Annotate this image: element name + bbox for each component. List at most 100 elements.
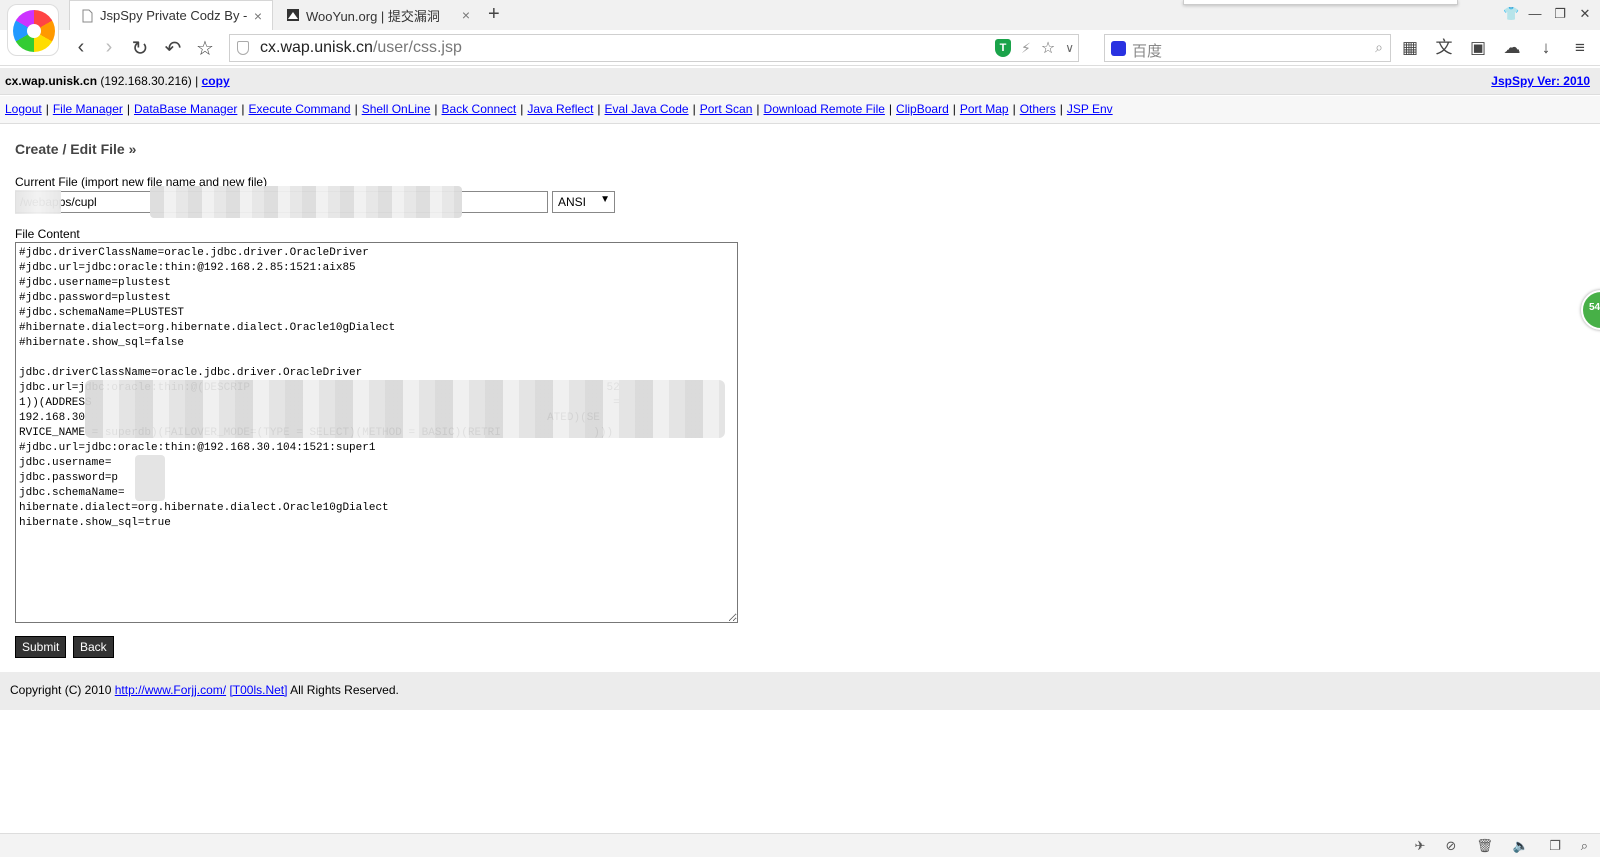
- separator: |: [354, 102, 358, 116]
- restore-icon[interactable]: ❐: [1553, 6, 1567, 22]
- popup-edge: [1183, 0, 1458, 5]
- submit-button[interactable]: Submit: [15, 636, 67, 658]
- url-path: /user/css.jsp: [372, 39, 462, 56]
- separator: |: [756, 102, 760, 116]
- new-tab-button[interactable]: +: [488, 3, 500, 26]
- close-icon[interactable]: ×: [254, 8, 262, 24]
- browser-toolbar: ‹ › ↻ ↶ ☆ cx.wap.unisk.cn/user/css.jsp T…: [0, 30, 1600, 66]
- menu-clipboard[interactable]: ClipBoard: [896, 102, 949, 116]
- screenshot-icon[interactable]: ▣: [1468, 38, 1488, 58]
- host-info-bar: cx.wap.unisk.cn (192.168.30.216) | copy …: [0, 68, 1600, 95]
- encoding-value: ANSI: [558, 195, 587, 209]
- back-button[interactable]: Back: [73, 636, 114, 658]
- menu-port-map[interactable]: Port Map: [960, 102, 1009, 116]
- copyright-text: Copyright (C) 2010: [10, 683, 112, 697]
- wooyun-icon: [287, 9, 299, 21]
- window-controls: 👕 — ❐ ✕: [1503, 6, 1592, 22]
- menu-icon[interactable]: ≡: [1570, 38, 1590, 58]
- chevron-down-icon[interactable]: ∨: [1065, 41, 1074, 55]
- menu-database-manager[interactable]: DataBase Manager: [134, 102, 237, 116]
- separator: |: [434, 102, 438, 116]
- shirt-icon[interactable]: 👕: [1503, 6, 1519, 22]
- status-icons: ✈ ⊘ 🗑 🔈 ❐ ⌕: [1415, 838, 1588, 854]
- separator: |: [692, 102, 696, 116]
- trash-icon[interactable]: 🗑: [1476, 838, 1493, 854]
- redaction-blur: [15, 190, 61, 214]
- speed-icon[interactable]: ⊘: [1445, 838, 1456, 854]
- menu-execute-command[interactable]: Execute Command: [249, 102, 351, 116]
- main-menu: Logout | File Manager | DataBase Manager | Exe…: [0, 96, 1600, 124]
- undo-icon[interactable]: ↶: [162, 36, 184, 61]
- menu-file-manager[interactable]: File Manager: [53, 102, 123, 116]
- bookmark-star-icon[interactable]: ☆: [194, 36, 216, 61]
- tab-jspspy[interactable]: JspSpy Private Codz By - I ×: [69, 0, 273, 30]
- minimize-icon[interactable]: —: [1528, 6, 1542, 22]
- copy-link[interactable]: copy: [202, 74, 230, 88]
- page-title: Create / Edit File »: [15, 141, 137, 157]
- dropdown-arrow-icon: ▼: [600, 194, 610, 205]
- cloud-icon[interactable]: ☁: [1502, 38, 1522, 58]
- separator: |: [195, 74, 199, 88]
- separator: |: [1059, 102, 1063, 116]
- menu-download-remote-file[interactable]: Download Remote File: [764, 102, 885, 116]
- menu-back-connect[interactable]: Back Connect: [442, 102, 517, 116]
- floating-badge[interactable]: 54: [1581, 290, 1600, 330]
- separator: |: [888, 102, 893, 116]
- url-text[interactable]: cx.wap.unisk.cn/user/css.jsp: [260, 39, 462, 57]
- search-box[interactable]: 百度 ⌕: [1104, 34, 1391, 62]
- search-input[interactable]: 百度: [1132, 40, 1162, 61]
- security-icon: [237, 41, 249, 55]
- star-icon[interactable]: ☆: [1041, 38, 1055, 58]
- close-icon[interactable]: ✕: [1578, 6, 1592, 22]
- menu-port-scan[interactable]: Port Scan: [700, 102, 753, 116]
- baidu-icon: [1111, 41, 1126, 56]
- volume-icon[interactable]: 🔈: [1513, 838, 1529, 854]
- toolbar-icons: ▦ 文 ▣ ☁ ↓ ≡: [1400, 38, 1590, 58]
- redaction-blur: [85, 380, 725, 438]
- url-host: cx.wap.unisk.cn: [260, 39, 373, 56]
- separator: |: [597, 102, 601, 116]
- menu-others[interactable]: Others: [1020, 102, 1056, 116]
- close-icon[interactable]: ×: [462, 7, 470, 23]
- shield-icon[interactable]: T: [995, 39, 1012, 57]
- window-icon[interactable]: ❐: [1549, 838, 1561, 854]
- file-content-label: File Content: [15, 227, 80, 241]
- lightning-icon[interactable]: ⚡: [1021, 40, 1031, 57]
- menu-jsp-env[interactable]: JSP Env: [1067, 102, 1113, 116]
- forward-icon[interactable]: ›: [98, 36, 120, 59]
- back-icon[interactable]: ‹: [70, 36, 92, 59]
- separator: |: [126, 102, 130, 116]
- menu-logout[interactable]: Logout: [5, 102, 42, 116]
- menu-eval-java-code[interactable]: Eval Java Code: [605, 102, 689, 116]
- tab-strip: JspSpy Private Codz By - I × WooYun.org …: [0, 0, 1600, 56]
- zoom-icon[interactable]: ⌕: [1581, 838, 1588, 854]
- menu-shell-online[interactable]: Shell OnLine: [362, 102, 431, 116]
- page-icon: [82, 9, 93, 22]
- search-icon[interactable]: ⌕: [1375, 39, 1383, 56]
- encoding-select[interactable]: ANSI ▼: [552, 191, 615, 213]
- tab-title: JspSpy Private Codz By - I: [100, 8, 248, 23]
- address-bar[interactable]: cx.wap.unisk.cn/user/css.jsp T ⚡ ☆ ∨: [229, 34, 1079, 62]
- apps-icon[interactable]: ▦: [1400, 38, 1420, 58]
- reload-icon[interactable]: ↻: [129, 36, 151, 61]
- tab-title: WooYun.org | 提交漏洞: [306, 8, 440, 24]
- forjj-link[interactable]: http://www.Forjj.com/: [115, 683, 226, 697]
- host-name: cx.wap.unisk.cn: [5, 74, 98, 88]
- redaction-blur: [150, 186, 462, 218]
- version-link[interactable]: JspSpy Ver: 2010: [1491, 74, 1590, 88]
- separator: |: [520, 102, 524, 116]
- redaction-blur: [135, 455, 165, 501]
- download-icon[interactable]: ↓: [1536, 38, 1556, 58]
- browser-logo[interactable]: [7, 4, 59, 56]
- pin-icon[interactable]: ✈: [1415, 838, 1426, 854]
- rights-text: All Rights Reserved.: [290, 683, 399, 697]
- separator: |: [241, 102, 245, 116]
- translate-icon[interactable]: 文: [1434, 38, 1454, 58]
- separator: |: [952, 102, 956, 116]
- address-bar-actions: T ⚡ ☆ ∨: [995, 38, 1074, 58]
- menu-java-reflect[interactable]: Java Reflect: [527, 102, 593, 116]
- t00ls-link[interactable]: [T00ls.Net]: [229, 683, 287, 697]
- status-bar: ✈ ⊘ 🗑 🔈 ❐ ⌕: [0, 833, 1600, 857]
- tab-wooyun[interactable]: WooYun.org | 提交漏洞 ×: [276, 0, 480, 30]
- separator: |: [45, 102, 49, 116]
